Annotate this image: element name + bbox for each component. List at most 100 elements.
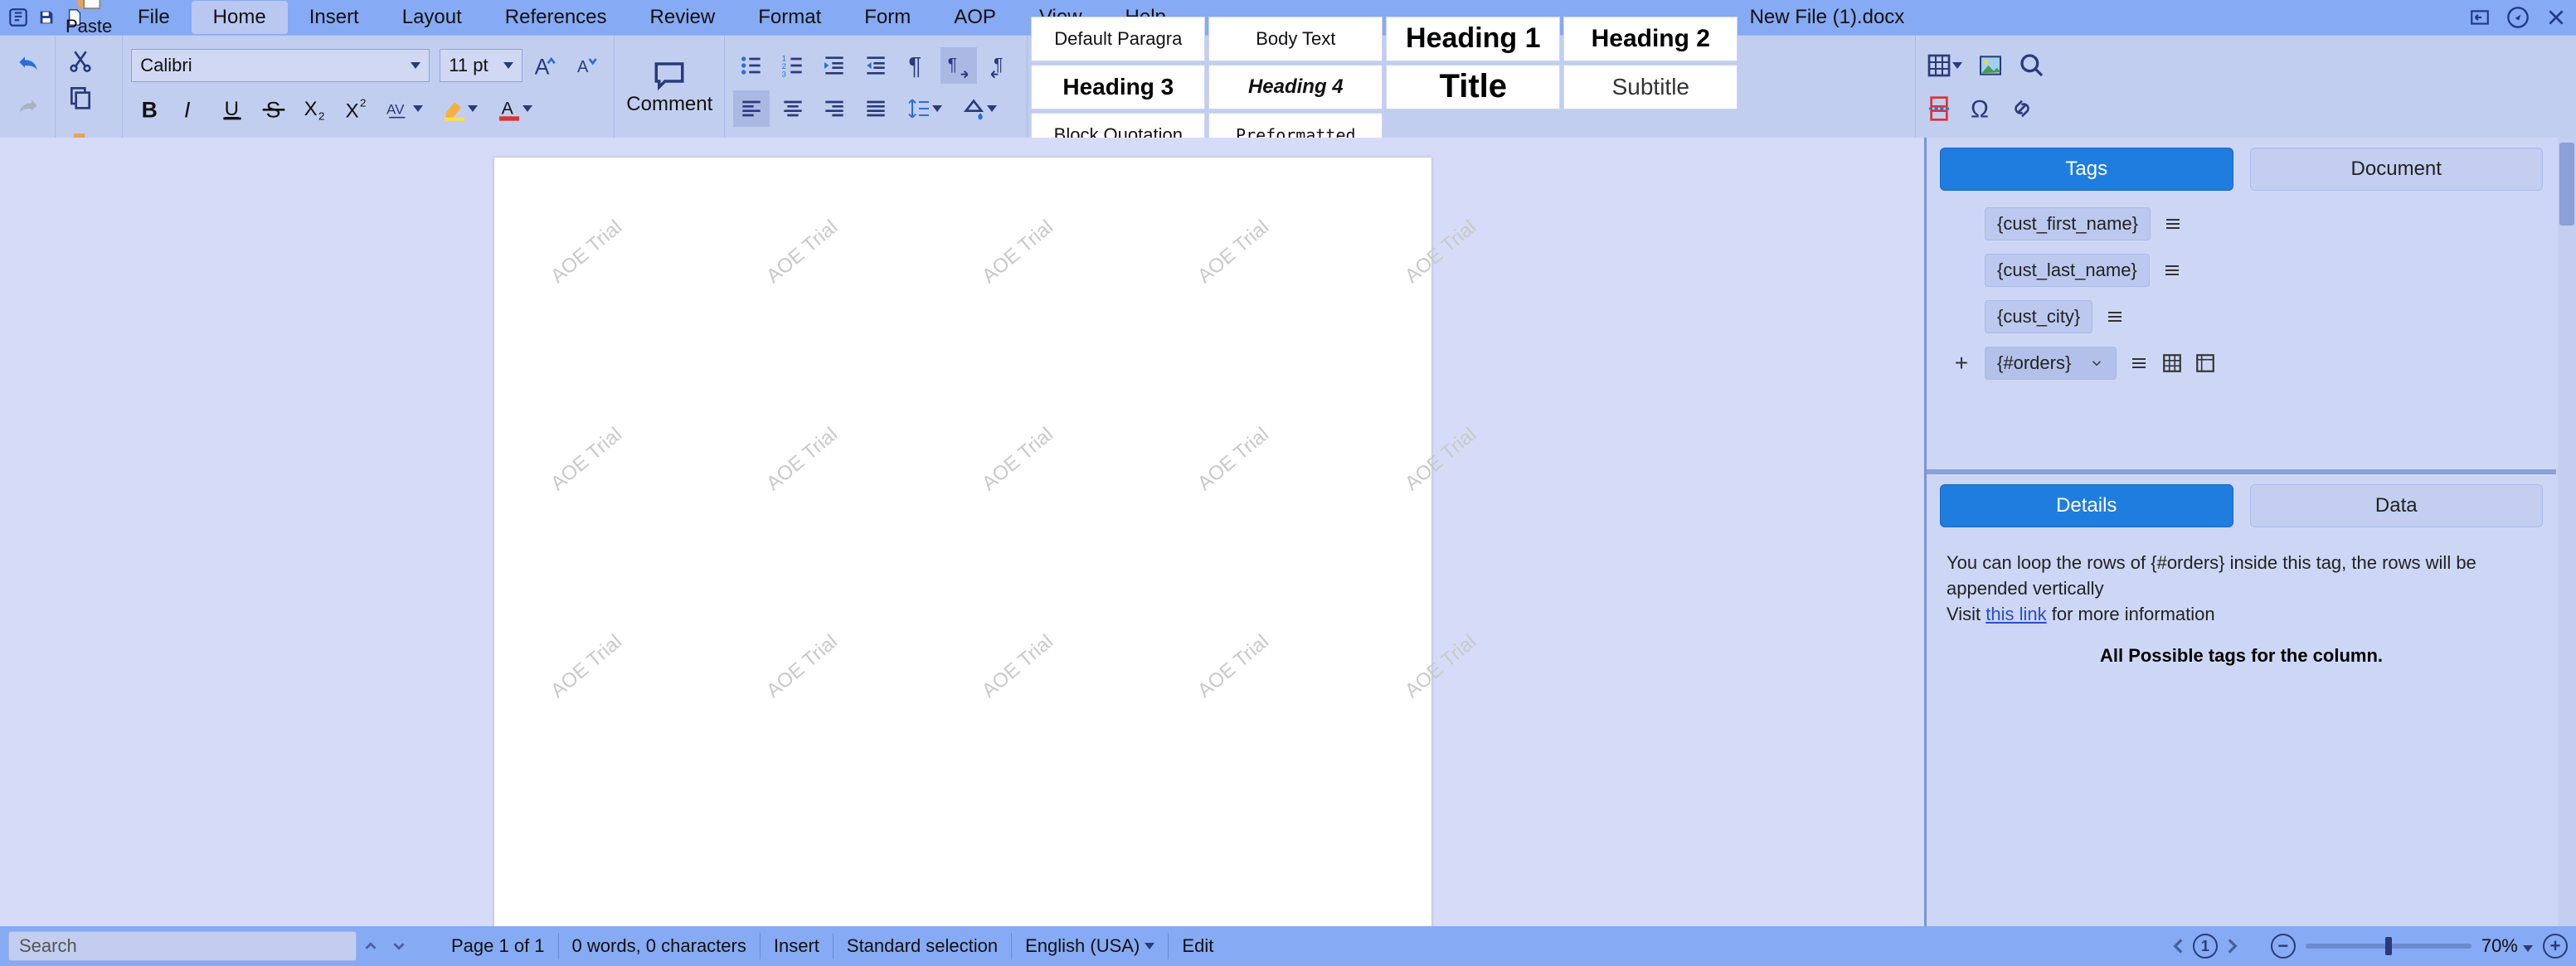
- font-name-combo[interactable]: Calibri: [131, 49, 430, 82]
- underline-icon[interactable]: U: [214, 90, 250, 127]
- align-left-icon[interactable]: [733, 90, 770, 127]
- tab-document[interactable]: Document: [2250, 148, 2544, 191]
- save-icon[interactable]: [35, 6, 58, 29]
- cut-icon[interactable]: [62, 42, 99, 79]
- menu-file[interactable]: File: [116, 1, 192, 34]
- insert-inline-icon[interactable]: [2128, 352, 2150, 374]
- page[interactable]: AOE Trial AOE Trial AOE Trial AOE Trial …: [494, 158, 1431, 926]
- highlight-icon[interactable]: [435, 90, 484, 127]
- bold-icon[interactable]: B: [131, 90, 168, 127]
- scrollbar-track[interactable]: [2558, 138, 2576, 926]
- strikethrough-icon[interactable]: S: [255, 90, 292, 127]
- tag-chip-city[interactable]: {cust_city}: [1985, 300, 2092, 333]
- style-body-text[interactable]: Body Text: [1208, 17, 1383, 61]
- scrollbar-thumb[interactable]: [2559, 143, 2574, 226]
- document-area[interactable]: AOE Trial AOE Trial AOE Trial AOE Trial …: [0, 138, 1924, 926]
- insert-grid-icon[interactable]: [2161, 352, 2183, 374]
- svg-text:B: B: [142, 97, 158, 121]
- svg-text:2: 2: [318, 109, 324, 122]
- shrink-font-icon[interactable]: A: [569, 47, 605, 84]
- search-input[interactable]: Search: [8, 931, 357, 961]
- panel-toggle-icon[interactable]: [2467, 4, 2493, 31]
- style-heading1[interactable]: Heading 1: [1386, 17, 1560, 61]
- zoom-in-button[interactable]: +: [2543, 934, 2568, 959]
- tab-tags[interactable]: Tags: [1940, 148, 2233, 191]
- menu-references[interactable]: References: [484, 1, 629, 34]
- fill-color-icon[interactable]: [954, 90, 1004, 127]
- insert-inline-icon[interactable]: [2104, 306, 2126, 328]
- menu-format[interactable]: Format: [736, 1, 843, 34]
- next-page-icon[interactable]: [2218, 935, 2246, 957]
- tag-chip-orders[interactable]: {#orders}: [1985, 347, 2117, 380]
- redo-icon[interactable]: [10, 90, 46, 127]
- find-icon[interactable]: [2014, 47, 2050, 84]
- char-spacing-icon[interactable]: AV: [380, 90, 430, 127]
- status-selection-mode[interactable]: Standard selection: [833, 933, 1011, 959]
- insert-image-icon[interactable]: [1972, 47, 2009, 84]
- tag-chip-last-name[interactable]: {cust_last_name}: [1985, 254, 2150, 287]
- grow-font-icon[interactable]: A: [527, 47, 564, 84]
- style-title[interactable]: Title: [1386, 65, 1560, 109]
- zoom-out-button[interactable]: −: [2271, 934, 2296, 959]
- insert-table-icon[interactable]: [2194, 352, 2216, 374]
- font-size-combo[interactable]: 11 pt: [440, 49, 522, 82]
- style-heading3[interactable]: Heading 3: [1031, 65, 1205, 109]
- pilcrow-icon[interactable]: ¶: [899, 47, 936, 84]
- details-link[interactable]: this link: [1985, 604, 2046, 624]
- insert-inline-icon[interactable]: [2161, 260, 2183, 281]
- style-subtitle[interactable]: Subtitle: [1563, 65, 1738, 109]
- zoom-value[interactable]: 70%: [2481, 935, 2533, 957]
- paste-button[interactable]: Paste: [59, 0, 119, 37]
- menu-home[interactable]: Home: [192, 1, 288, 34]
- status-page[interactable]: Page 1 of 1: [438, 933, 558, 959]
- status-edit-mode[interactable]: Edit: [1168, 933, 1227, 959]
- style-heading2[interactable]: Heading 2: [1563, 17, 1738, 61]
- find-prev-icon[interactable]: [357, 937, 385, 955]
- rtl-icon[interactable]: ¶: [982, 47, 1018, 84]
- menu-aop[interactable]: AOP: [932, 1, 1018, 34]
- compass-icon[interactable]: [2505, 4, 2531, 31]
- menu-review[interactable]: Review: [629, 1, 737, 34]
- align-center-icon[interactable]: [775, 90, 811, 127]
- zoom-slider-knob[interactable]: [2385, 937, 2392, 955]
- style-default-paragraph[interactable]: Default Paragra: [1031, 17, 1205, 61]
- font-color-icon[interactable]: A: [489, 90, 539, 127]
- line-spacing-icon[interactable]: [899, 90, 949, 127]
- badge-button[interactable]: 1: [2193, 934, 2218, 959]
- superscript-icon[interactable]: X2: [338, 90, 375, 127]
- hyperlink-icon[interactable]: [2004, 90, 2040, 127]
- special-char-icon[interactable]: Ω: [1962, 90, 1999, 127]
- number-list-icon[interactable]: 123: [775, 47, 811, 84]
- insert-inline-icon[interactable]: [2162, 213, 2184, 235]
- tab-details[interactable]: Details: [1940, 484, 2233, 527]
- undo-icon[interactable]: [10, 47, 46, 84]
- expand-icon[interactable]: +: [1950, 350, 1973, 376]
- status-insert-mode[interactable]: Insert: [760, 933, 833, 959]
- italic-icon[interactable]: I: [173, 90, 209, 127]
- bullet-list-icon[interactable]: [733, 47, 770, 84]
- insert-table-icon[interactable]: [1921, 47, 1967, 84]
- align-justify-icon[interactable]: [858, 90, 894, 127]
- tab-data[interactable]: Data: [2250, 484, 2544, 527]
- decrease-indent-icon[interactable]: [858, 47, 894, 84]
- comment-button[interactable]: Comment: [618, 58, 721, 116]
- style-heading4[interactable]: Heading 4: [1208, 65, 1383, 109]
- app-icon[interactable]: [7, 6, 30, 29]
- ltr-icon[interactable]: ¶: [940, 47, 977, 84]
- page-break-icon[interactable]: [1921, 90, 1957, 127]
- zoom-slider[interactable]: [2306, 944, 2472, 949]
- status-wordcount[interactable]: 0 words, 0 characters: [558, 933, 760, 959]
- close-icon[interactable]: [2543, 4, 2569, 31]
- menu-layout[interactable]: Layout: [381, 1, 484, 34]
- subscript-icon[interactable]: X2: [297, 90, 333, 127]
- menu-insert[interactable]: Insert: [288, 1, 381, 34]
- prev-page-icon[interactable]: [2165, 935, 2193, 957]
- details-text: You can loop the rows of {#orders} insid…: [1927, 537, 2556, 640]
- tag-chip-first-name[interactable]: {cust_first_name}: [1985, 207, 2151, 240]
- align-right-icon[interactable]: [816, 90, 853, 127]
- status-language[interactable]: English (USA): [1011, 933, 1168, 959]
- copy-icon[interactable]: [62, 79, 99, 115]
- increase-indent-icon[interactable]: [816, 47, 853, 84]
- find-next-icon[interactable]: [385, 937, 413, 955]
- menu-form[interactable]: Form: [843, 1, 932, 34]
